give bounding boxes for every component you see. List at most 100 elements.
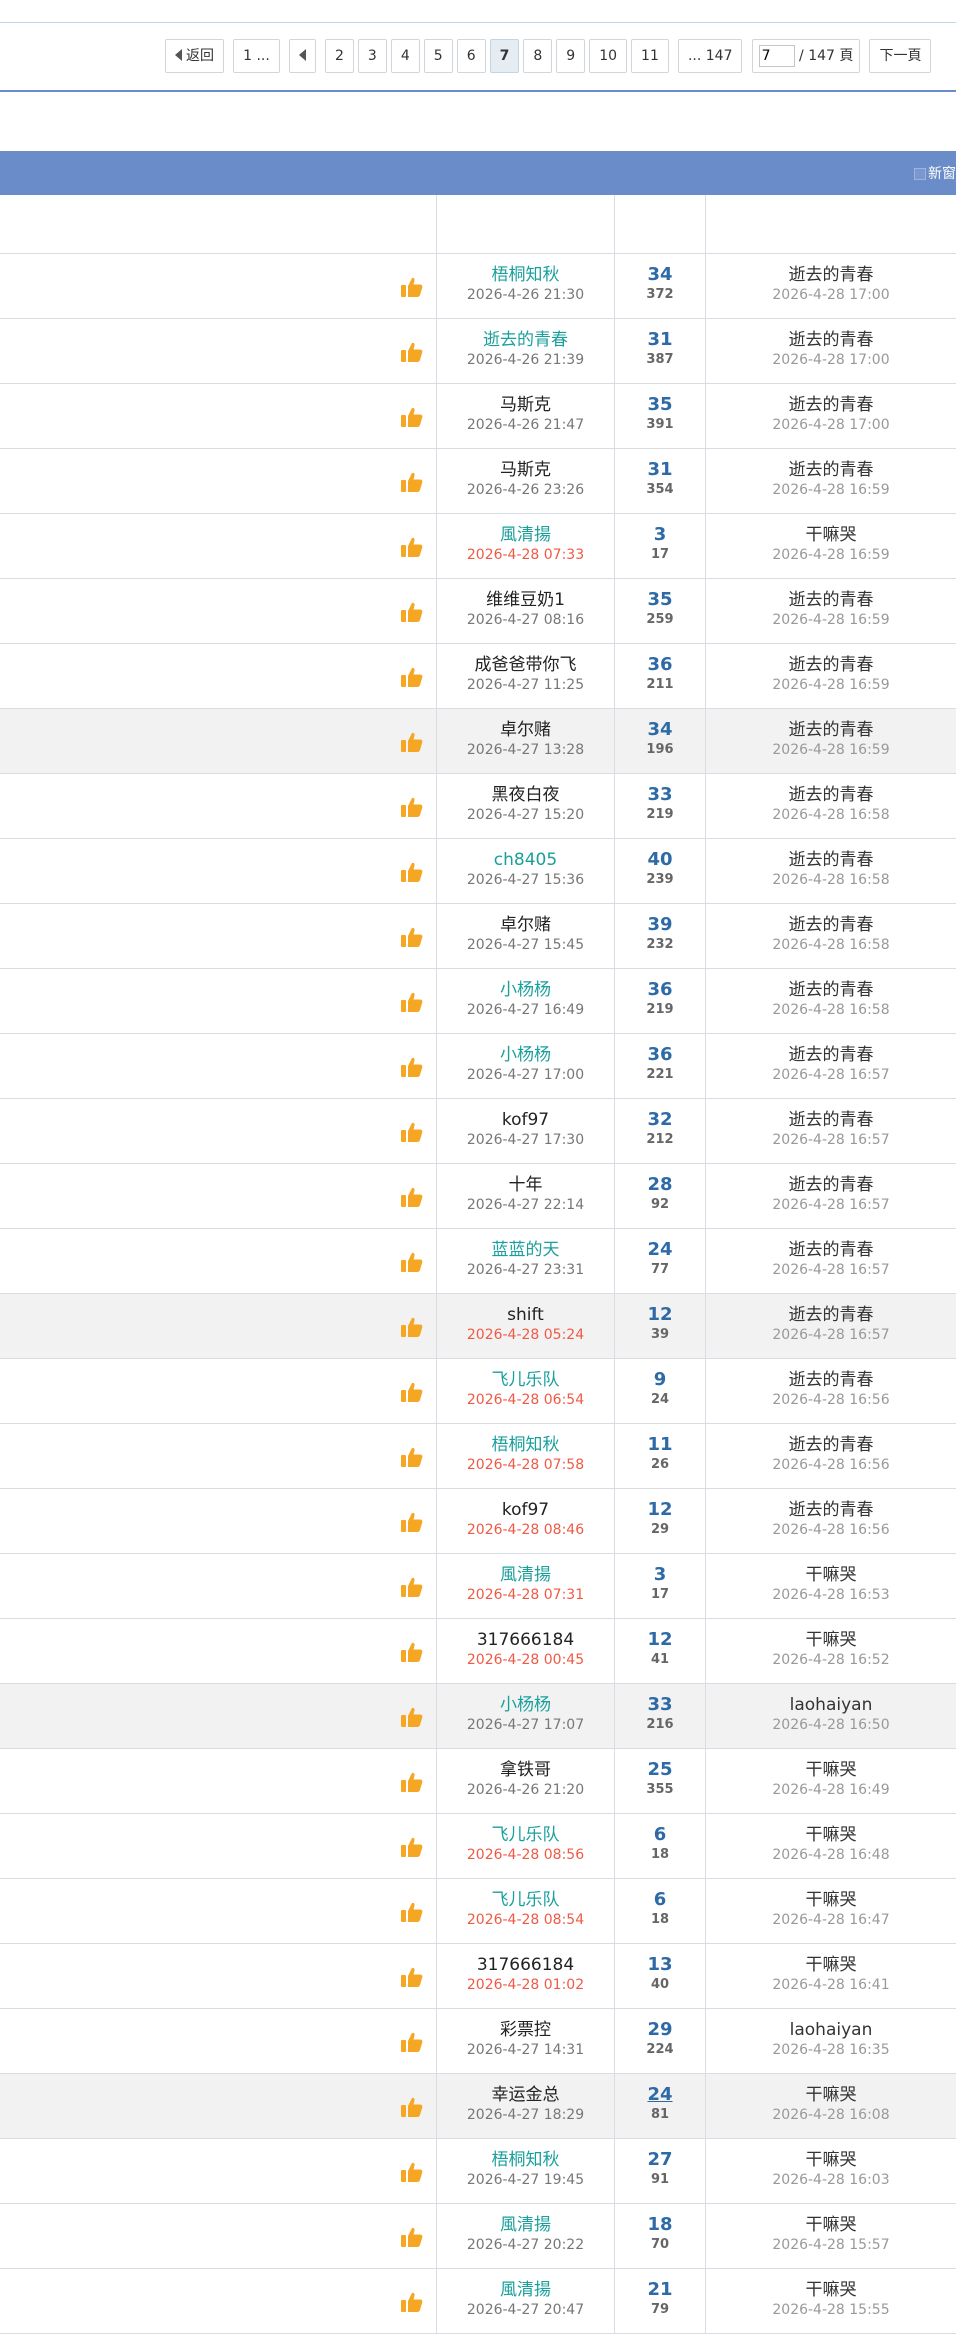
reply-count[interactable]: 9: [615, 1369, 705, 1391]
last-poster-link[interactable]: 干嘛哭: [706, 2084, 956, 2106]
author-link[interactable]: 風清揚: [437, 1564, 614, 1586]
last-poster-link[interactable]: 逝去的青春: [706, 459, 956, 481]
author-link[interactable]: 梧桐知秋: [437, 264, 614, 286]
last-poster-link[interactable]: 逝去的青春: [706, 1499, 956, 1521]
reply-count[interactable]: 40: [615, 849, 705, 871]
reply-count[interactable]: 35: [615, 394, 705, 416]
reply-count[interactable]: 34: [615, 719, 705, 741]
last-post-date-link[interactable]: 2026-4-28 16:57: [706, 1326, 956, 1344]
last-poster-link[interactable]: 干嘛哭: [706, 2214, 956, 2236]
page-link[interactable]: 10: [589, 39, 628, 73]
last-post-date-link[interactable]: 2026-4-28 16:57: [706, 1261, 956, 1279]
last-post-date-link[interactable]: 2026-4-28 16:03: [706, 2171, 956, 2189]
reply-count[interactable]: 32: [615, 1109, 705, 1131]
last-poster-link[interactable]: 干嘛哭: [706, 1824, 956, 1846]
last-post-date-link[interactable]: 2026-4-28 16:47: [706, 1911, 956, 1929]
page-link[interactable]: 5: [423, 39, 453, 73]
author-link[interactable]: 小杨杨: [437, 979, 614, 1001]
author-link[interactable]: 梧桐知秋: [437, 2149, 614, 2171]
last-post-date-link[interactable]: 2026-4-28 16:58: [706, 871, 956, 889]
last-poster-link[interactable]: 干嘛哭: [706, 1889, 956, 1911]
checkbox-icon[interactable]: [914, 168, 926, 180]
last-post-date-link[interactable]: 2026-4-28 16:59: [706, 741, 956, 759]
last-post-date-link[interactable]: 2026-4-28 16:53: [706, 1586, 956, 1604]
reply-count[interactable]: 12: [615, 1304, 705, 1326]
last-poster-link[interactable]: laohaiyan: [706, 1694, 956, 1716]
last-poster-link[interactable]: 逝去的青春: [706, 784, 956, 806]
author-link[interactable]: 飞儿乐队: [437, 1824, 614, 1846]
page-link[interactable]: 11: [631, 39, 669, 73]
author-link[interactable]: 風清揚: [437, 2279, 614, 2301]
author-link[interactable]: ch8405: [437, 849, 614, 871]
page-link[interactable]: 6: [456, 39, 486, 73]
author-link[interactable]: 马斯克: [437, 459, 614, 481]
last-poster-link[interactable]: 干嘛哭: [706, 1564, 956, 1586]
last-poster-link[interactable]: 干嘛哭: [706, 2279, 956, 2301]
last-post-date-link[interactable]: 2026-4-28 16:58: [706, 936, 956, 954]
page-link[interactable]: 8: [523, 39, 553, 73]
last-poster-link[interactable]: 逝去的青春: [706, 654, 956, 676]
last-post-date-link[interactable]: 2026-4-28 16:56: [706, 1521, 956, 1539]
last-post-date-link[interactable]: 2026-4-28 16:58: [706, 806, 956, 824]
reply-count[interactable]: 33: [615, 1694, 705, 1716]
reply-count[interactable]: 12: [615, 1629, 705, 1651]
reply-count[interactable]: 6: [615, 1824, 705, 1846]
author-link[interactable]: 成爸爸带你飞: [437, 654, 614, 676]
reply-count[interactable]: 28: [615, 1174, 705, 1196]
author-link[interactable]: 飞儿乐队: [437, 1369, 614, 1391]
author-link[interactable]: 马斯克: [437, 394, 614, 416]
back-button[interactable]: 返回: [165, 39, 224, 73]
last-post-date-link[interactable]: 2026-4-28 17:00: [706, 351, 956, 369]
last-poster-link[interactable]: 逝去的青春: [706, 1044, 956, 1066]
last-poster-link[interactable]: 干嘛哭: [706, 524, 956, 546]
reply-count[interactable]: 34: [615, 264, 705, 286]
author-link[interactable]: 逝去的青春: [437, 329, 614, 351]
reply-count[interactable]: 12: [615, 1499, 705, 1521]
reply-count[interactable]: 39: [615, 914, 705, 936]
reply-count[interactable]: 11: [615, 1434, 705, 1456]
reply-count[interactable]: 35: [615, 589, 705, 611]
last-post-date-link[interactable]: 2026-4-28 16:59: [706, 676, 956, 694]
last-post-date-link[interactable]: 2026-4-28 17:00: [706, 286, 956, 304]
reply-count[interactable]: 21: [615, 2279, 705, 2301]
last-poster-link[interactable]: 逝去的青春: [706, 1369, 956, 1391]
last-poster-link[interactable]: 逝去的青春: [706, 1109, 956, 1131]
last-poster-link[interactable]: 逝去的青春: [706, 589, 956, 611]
last-post-date-link[interactable]: 2026-4-28 16:58: [706, 1001, 956, 1019]
last-post-date-link[interactable]: 2026-4-28 16:57: [706, 1131, 956, 1149]
author-link[interactable]: 拿铁哥: [437, 1759, 614, 1781]
page-link[interactable]: 3: [357, 39, 387, 73]
last-post-date-link[interactable]: 2026-4-28 15:55: [706, 2301, 956, 2319]
last-poster-link[interactable]: 逝去的青春: [706, 1174, 956, 1196]
last-post-date-link[interactable]: 2026-4-28 16:48: [706, 1846, 956, 1864]
author-link[interactable]: kof97: [437, 1499, 614, 1521]
author-link[interactable]: 小杨杨: [437, 1044, 614, 1066]
reply-count[interactable]: 31: [615, 459, 705, 481]
last-post-date-link[interactable]: 2026-4-28 16:57: [706, 1196, 956, 1214]
last-post-date-link[interactable]: 2026-4-28 16:59: [706, 481, 956, 499]
author-link[interactable]: kof97: [437, 1109, 614, 1131]
author-link[interactable]: 彩票控: [437, 2019, 614, 2041]
reply-count[interactable]: 3: [615, 524, 705, 546]
last-post-date-link[interactable]: 2026-4-28 16:52: [706, 1651, 956, 1669]
author-link[interactable]: 卓尔赌: [437, 719, 614, 741]
last-post-date-link[interactable]: 2026-4-28 17:00: [706, 416, 956, 434]
last-poster-link[interactable]: 逝去的青春: [706, 329, 956, 351]
last-poster-link[interactable]: 逝去的青春: [706, 264, 956, 286]
reply-count[interactable]: 18: [615, 2214, 705, 2236]
new-window-toggle[interactable]: 新窗: [914, 163, 956, 183]
last-post-date-link[interactable]: 2026-4-28 16:59: [706, 611, 956, 629]
page-first-link[interactable]: 1 ...: [233, 39, 280, 73]
last-post-date-link[interactable]: 2026-4-28 16:35: [706, 2041, 956, 2059]
last-post-date-link[interactable]: 2026-4-28 16:56: [706, 1456, 956, 1474]
last-poster-link[interactable]: 逝去的青春: [706, 849, 956, 871]
author-link[interactable]: 317666184: [437, 1954, 614, 1976]
author-link[interactable]: 梧桐知秋: [437, 1434, 614, 1456]
last-poster-link[interactable]: 逝去的青春: [706, 1304, 956, 1326]
last-post-date-link[interactable]: 2026-4-28 16:08: [706, 2106, 956, 2124]
author-link[interactable]: 飞儿乐队: [437, 1889, 614, 1911]
page-link[interactable]: 2: [325, 39, 354, 73]
author-link[interactable]: 十年: [437, 1174, 614, 1196]
author-link[interactable]: 風清揚: [437, 524, 614, 546]
last-poster-link[interactable]: 干嘛哭: [706, 1954, 956, 1976]
